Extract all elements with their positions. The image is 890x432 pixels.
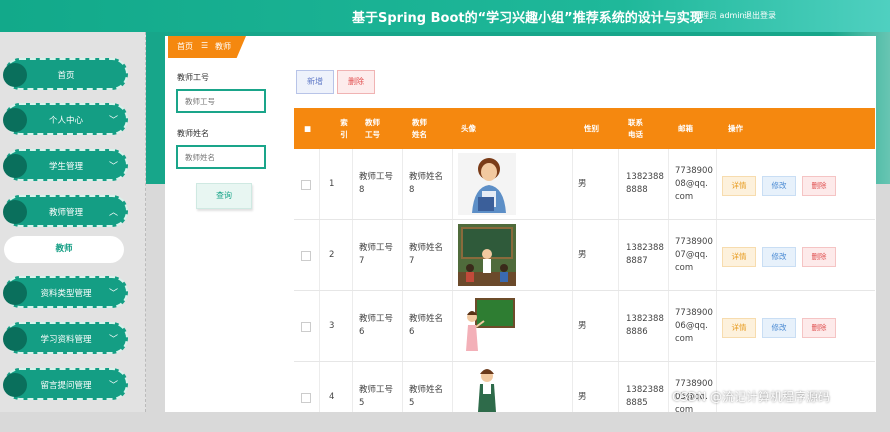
menu-dot-icon	[3, 200, 27, 224]
row-phone: 1382388 8888	[626, 172, 664, 195]
row-index: 4	[329, 391, 335, 402]
table-row: 1 教师工号 8 教师姓名 8 男 1382388 8888 7738900 08@qq…	[294, 149, 875, 220]
sidebar-subitem-teacher[interactable]: 教师	[4, 236, 124, 263]
row-teacher-name: 教师姓名 6	[409, 314, 444, 337]
chevron-down-icon: ﹀	[108, 335, 118, 345]
menu-dot-icon	[3, 373, 27, 397]
breadcrumb-home[interactable]: 首页	[177, 41, 193, 52]
menu-dot-icon	[3, 327, 27, 351]
chevron-down-icon: ﹀	[108, 381, 118, 391]
row-index: 1	[329, 178, 335, 189]
row-checkbox[interactable]	[301, 251, 311, 261]
add-button[interactable]: 新增	[296, 70, 334, 94]
sidebar-item-label: 个人中心	[48, 116, 83, 126]
menu-dot-icon	[3, 63, 27, 87]
col-teacher-id: 教师 工号	[365, 117, 380, 139]
chevron-down-icon: ﹀	[108, 116, 118, 126]
row-delete-button[interactable]: 删除	[802, 176, 836, 196]
chevron-down-icon: ﹀	[108, 289, 118, 299]
menu-dot-icon	[3, 281, 27, 305]
table-header: ■ 索引 教师 工号 教师 姓名 头像 性别 联系 电话 邮箱 操作	[294, 108, 875, 149]
row-checkbox[interactable]	[301, 393, 311, 403]
row-delete-button[interactable]: 删除	[802, 318, 836, 338]
watermark: CSDN @流记计算机程序源码	[672, 390, 831, 404]
col-avatar: 头像	[461, 123, 476, 133]
menu-dot-icon	[3, 154, 27, 178]
row-teacher-id: 教师工号 5	[359, 385, 394, 408]
row-checkbox[interactable]	[301, 180, 311, 190]
teacher-avatar-image	[458, 153, 516, 215]
row-phone: 1382388 8885	[626, 385, 664, 408]
sidebar-item-home[interactable]: 首页	[3, 58, 128, 90]
sidebar-item-material-type-management[interactable]: 资料类型管理 ﹀	[3, 276, 128, 308]
row-gender: 男	[578, 249, 587, 260]
col-teacher-name: 教师 姓名	[412, 117, 427, 139]
row-teacher-name: 教师姓名 5	[409, 385, 444, 408]
select-all-checkbox[interactable]: ■	[304, 108, 311, 149]
sidebar-item-message-management[interactable]: 留言提问管理 ﹀	[3, 368, 128, 400]
delete-button[interactable]: 删除	[337, 70, 375, 94]
admin-label: 管理员 admin	[693, 11, 745, 20]
sidebar-item-label: 留言提问管理	[40, 381, 92, 391]
chevron-up-icon: ︿	[108, 208, 118, 218]
teacher-avatar-image	[458, 366, 516, 412]
teacher-id-label: 教师工号	[177, 73, 209, 82]
sidebar-item-label: 学习资料管理	[40, 335, 92, 345]
sidebar-item-label: 学生管理	[48, 162, 83, 172]
breadcrumb-separator: ☰	[201, 41, 209, 50]
top-bar: 基于Spring Boot的“学习兴趣小组”推荐系统的设计与实现 管理员 adm…	[0, 0, 890, 32]
row-gender: 男	[578, 391, 587, 402]
edit-button[interactable]: 修改	[762, 176, 796, 196]
detail-button[interactable]: 详情	[722, 318, 756, 338]
edit-button[interactable]: 修改	[762, 318, 796, 338]
row-index: 3	[329, 320, 335, 331]
menu-dot-icon	[3, 108, 27, 132]
sidebar-item-label: 资料类型管理	[40, 289, 92, 299]
row-teacher-name: 教师姓名 7	[409, 243, 444, 266]
row-teacher-name: 教师姓名 8	[409, 172, 444, 195]
row-index: 2	[329, 249, 335, 260]
app-title: 基于Spring Boot的“学习兴趣小组”推荐系统的设计与实现	[352, 11, 703, 26]
col-index: 索引	[340, 117, 348, 139]
breadcrumb-current: 教师	[215, 42, 231, 51]
row-phone: 1382388 8886	[626, 314, 664, 337]
sidebar: 首页 个人中心 ﹀ 学生管理 ﹀ 教师管理 ︿ 教师 资料类型管理 ﹀ 学习资料…	[0, 32, 146, 412]
query-button[interactable]: 查询	[196, 183, 252, 209]
breadcrumb: 首页 ☰ 教师	[168, 36, 246, 58]
col-phone: 联系 电话	[628, 117, 643, 139]
row-gender: 男	[578, 320, 587, 331]
table-row: 2 教师工号 7 教师姓名 7 男 1382388 8887 7738900 07@qq…	[294, 220, 875, 291]
chevron-down-icon: ﹀	[108, 162, 118, 172]
row-checkbox[interactable]	[301, 322, 311, 332]
sidebar-item-personal-center[interactable]: 个人中心 ﹀	[3, 103, 128, 135]
teacher-name-label: 教师姓名	[177, 129, 209, 138]
sidebar-item-teacher-management[interactable]: 教师管理 ︿	[3, 195, 128, 227]
teacher-name-input[interactable]	[176, 145, 266, 169]
sidebar-item-student-management[interactable]: 学生管理 ﹀	[3, 149, 128, 181]
edit-button[interactable]: 修改	[762, 247, 796, 267]
sidebar-item-learning-material-management[interactable]: 学习资料管理 ﹀	[3, 322, 128, 354]
row-email: 7738900 06@qq. com	[675, 307, 713, 344]
row-phone: 1382388 8887	[626, 243, 664, 266]
detail-button[interactable]: 详情	[722, 247, 756, 267]
teacher-avatar-image	[458, 224, 516, 286]
sidebar-item-label: 教师管理	[48, 208, 83, 218]
sidebar-subitem-label: 教师	[55, 244, 73, 254]
row-teacher-id: 教师工号 8	[359, 172, 394, 195]
sidebar-item-label: 首页	[57, 71, 75, 81]
row-teacher-id: 教师工号 7	[359, 243, 394, 266]
teacher-avatar-image	[458, 295, 516, 357]
row-teacher-id: 教师工号 6	[359, 314, 394, 337]
row-email: 7738900 08@qq. com	[675, 165, 713, 202]
detail-button[interactable]: 详情	[722, 176, 756, 196]
row-delete-button[interactable]: 删除	[802, 247, 836, 267]
col-gender: 性别	[584, 123, 599, 133]
row-email: 7738900 07@qq. com	[675, 236, 713, 273]
col-email: 邮箱	[678, 123, 693, 133]
row-gender: 男	[578, 178, 587, 189]
logout-link[interactable]: 退出登录	[744, 10, 776, 21]
teacher-id-input[interactable]	[176, 89, 266, 113]
col-actions: 操作	[728, 123, 743, 133]
table-row: 3 教师工号 6 教师姓名 6 男 1382388 8886 7738900 06@qq…	[294, 291, 875, 362]
